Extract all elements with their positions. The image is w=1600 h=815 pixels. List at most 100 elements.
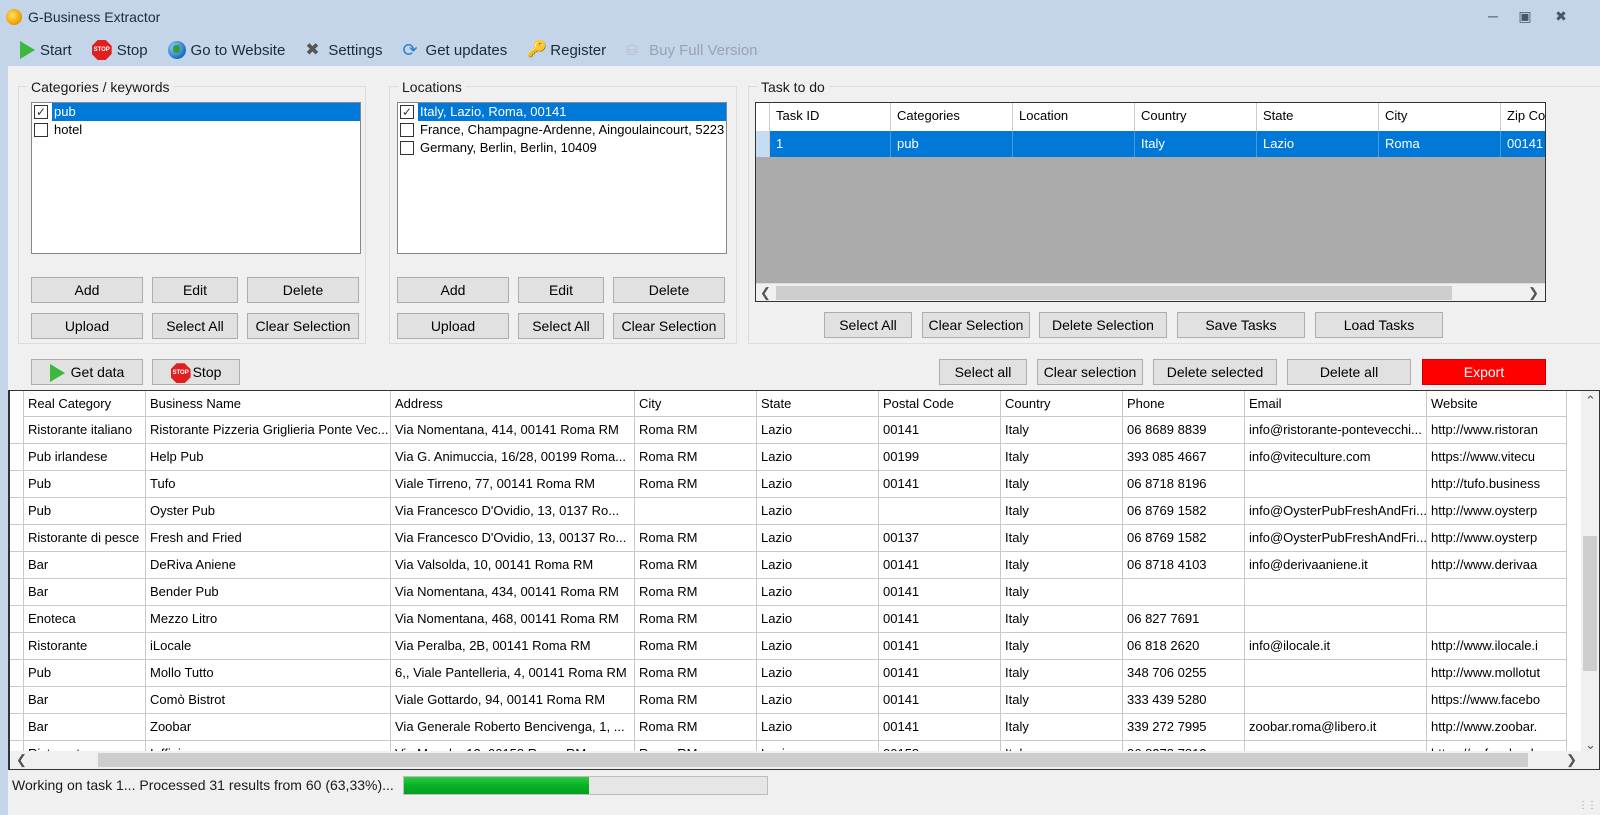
- row-header[interactable]: [10, 633, 24, 659]
- table-cell[interactable]: Roma RM: [635, 660, 757, 686]
- table-row[interactable]: Bar Comò Bistrot Viale Gottardo, 94, 00141…: [10, 687, 1567, 714]
- location-upload-button[interactable]: Upload: [397, 313, 509, 339]
- column-header[interactable]: Task ID: [770, 103, 891, 131]
- task-cell[interactable]: 00141: [1501, 131, 1545, 157]
- table-cell[interactable]: Lazio: [757, 633, 879, 659]
- table-cell[interactable]: Comò Bistrot: [146, 687, 391, 713]
- column-header[interactable]: Country: [1001, 391, 1123, 417]
- table-cell[interactable]: 00141: [879, 417, 1001, 443]
- table-cell[interactable]: Ristorante Pizzeria Griglieria Ponte Vec…: [146, 417, 391, 443]
- tasks-select-all-button[interactable]: Select All: [824, 312, 912, 338]
- column-header[interactable]: Country: [1135, 103, 1257, 131]
- table-cell[interactable]: DeRiva Aniene: [146, 552, 391, 578]
- table-cell[interactable]: Italy: [1001, 525, 1123, 551]
- table-cell[interactable]: Via Nomentana, 414, 00141 Roma RM: [391, 417, 635, 443]
- table-cell[interactable]: 06 8769 1582: [1123, 525, 1245, 551]
- table-cell[interactable]: Roma RM: [635, 606, 757, 632]
- table-row[interactable]: Pub Oyster Pub Via Francesco D'Ovidio, 13,…: [10, 498, 1567, 525]
- category-select-all-button[interactable]: Select All: [152, 313, 238, 339]
- table-cell[interactable]: Lazio: [757, 660, 879, 686]
- category-add-button[interactable]: Add: [31, 277, 143, 303]
- table-cell[interactable]: 06 8769 1582: [1123, 498, 1245, 524]
- table-cell[interactable]: [1245, 687, 1427, 713]
- column-header[interactable]: Real Category: [24, 391, 146, 417]
- results-horizontal-scrollbar[interactable]: ❮ ❯: [10, 751, 1599, 769]
- table-cell[interactable]: Oyster Pub: [146, 498, 391, 524]
- table-cell[interactable]: 00141: [879, 660, 1001, 686]
- get-data-button[interactable]: Get data: [31, 359, 143, 385]
- table-cell[interactable]: Help Pub: [146, 444, 391, 470]
- column-header[interactable]: Categories: [891, 103, 1013, 131]
- location-clear-selection-button[interactable]: Clear Selection: [613, 313, 725, 339]
- table-cell[interactable]: Lazio: [757, 606, 879, 632]
- table-cell[interactable]: 6,, Viale Pantelleria, 4, 00141 Roma RM: [391, 660, 635, 686]
- table-cell[interactable]: Bar: [24, 687, 146, 713]
- table-row[interactable]: Bar Zoobar Via Generale Roberto Bencivenga…: [10, 714, 1567, 741]
- table-cell[interactable]: Lazio: [757, 525, 879, 551]
- table-cell[interactable]: https://www.vitecu: [1427, 444, 1567, 470]
- column-header[interactable]: State: [757, 391, 879, 417]
- table-cell[interactable]: [1245, 606, 1427, 632]
- category-item[interactable]: hotel: [32, 121, 360, 139]
- table-cell[interactable]: info@viteculture.com: [1245, 444, 1427, 470]
- table-cell[interactable]: Italy: [1001, 444, 1123, 470]
- results-clear-selection-button[interactable]: Clear selection: [1037, 359, 1143, 385]
- table-cell[interactable]: 00141: [879, 633, 1001, 659]
- location-item[interactable]: Germany, Berlin, Berlin, 10409: [398, 139, 726, 157]
- scrollbar-thumb[interactable]: [1583, 536, 1597, 671]
- table-cell[interactable]: info@derivaaniene.it: [1245, 552, 1427, 578]
- table-cell[interactable]: Lazio: [757, 552, 879, 578]
- table-cell[interactable]: http://www.oysterp: [1427, 498, 1567, 524]
- table-cell[interactable]: Bar: [24, 552, 146, 578]
- column-header[interactable]: Phone: [1123, 391, 1245, 417]
- resize-grip-icon[interactable]: ⋮⋮: [1578, 800, 1597, 811]
- table-cell[interactable]: Roma RM: [635, 417, 757, 443]
- table-cell[interactable]: Viale Tirreno, 77, 00141 Roma RM: [391, 471, 635, 497]
- row-header[interactable]: [10, 417, 24, 443]
- table-cell[interactable]: 339 272 7995: [1123, 714, 1245, 740]
- table-cell[interactable]: Italy: [1001, 633, 1123, 659]
- table-cell[interactable]: 06 8718 4103: [1123, 552, 1245, 578]
- table-cell[interactable]: Bender Pub: [146, 579, 391, 605]
- table-cell[interactable]: 00137: [879, 525, 1001, 551]
- table-cell[interactable]: Italy: [1001, 579, 1123, 605]
- table-cell[interactable]: Pub irlandese: [24, 444, 146, 470]
- table-cell[interactable]: Lazio: [757, 714, 879, 740]
- column-header[interactable]: State: [1257, 103, 1379, 131]
- checkbox-unchecked[interactable]: [400, 141, 414, 155]
- settings-button[interactable]: ✖ Settings: [305, 41, 382, 59]
- tasks-clear-selection-button[interactable]: Clear Selection: [922, 312, 1030, 338]
- table-cell[interactable]: [1123, 579, 1245, 605]
- table-cell[interactable]: Mollo Tutto: [146, 660, 391, 686]
- task-cell[interactable]: 1: [770, 131, 891, 157]
- table-cell[interactable]: Ristorante di pesce: [24, 525, 146, 551]
- table-cell[interactable]: Roma RM: [635, 444, 757, 470]
- table-cell[interactable]: Italy: [1001, 660, 1123, 686]
- table-cell[interactable]: https://www.facebo: [1427, 687, 1567, 713]
- table-cell[interactable]: info@ristorante-pontevecchi...: [1245, 417, 1427, 443]
- table-cell[interactable]: Pub: [24, 498, 146, 524]
- table-cell[interactable]: Roma RM: [635, 552, 757, 578]
- scrollbar-thumb[interactable]: [776, 286, 1452, 300]
- table-cell[interactable]: Zoobar: [146, 714, 391, 740]
- row-header[interactable]: [756, 131, 770, 157]
- scroll-right-icon[interactable]: ❯: [1566, 752, 1577, 768]
- save-tasks-button[interactable]: Save Tasks: [1177, 312, 1305, 338]
- table-cell[interactable]: info@ilocale.it: [1245, 633, 1427, 659]
- table-row[interactable]: Pub irlandese Help Pub Via G. Animuccia, 1…: [10, 444, 1567, 471]
- table-row[interactable]: Pub Mollo Tutto 6,, Viale Pantelleria, 4, …: [10, 660, 1567, 687]
- table-cell[interactable]: [1245, 660, 1427, 686]
- table-cell[interactable]: Via Francesco D'Ovidio, 13, 0137 Ro...: [391, 498, 635, 524]
- table-cell[interactable]: Mezzo Litro: [146, 606, 391, 632]
- table-cell[interactable]: Pub: [24, 660, 146, 686]
- table-cell[interactable]: 06 8718 8196: [1123, 471, 1245, 497]
- results-grid[interactable]: Real Category Business Name Address City Sta…: [8, 390, 1600, 770]
- table-cell[interactable]: Ristorante: [24, 633, 146, 659]
- column-header[interactable]: City: [635, 391, 757, 417]
- table-cell[interactable]: Lazio: [757, 471, 879, 497]
- table-row[interactable]: Ristorante iLocale Via Peralba, 2B, 00141 …: [10, 633, 1567, 660]
- column-header[interactable]: Address: [391, 391, 635, 417]
- minimize-button[interactable]: ─: [1482, 6, 1504, 26]
- get-updates-button[interactable]: ⟳ Get updates: [403, 41, 508, 59]
- table-row[interactable]: Ristorante italiano Ristorante Pizzeria G…: [10, 417, 1567, 444]
